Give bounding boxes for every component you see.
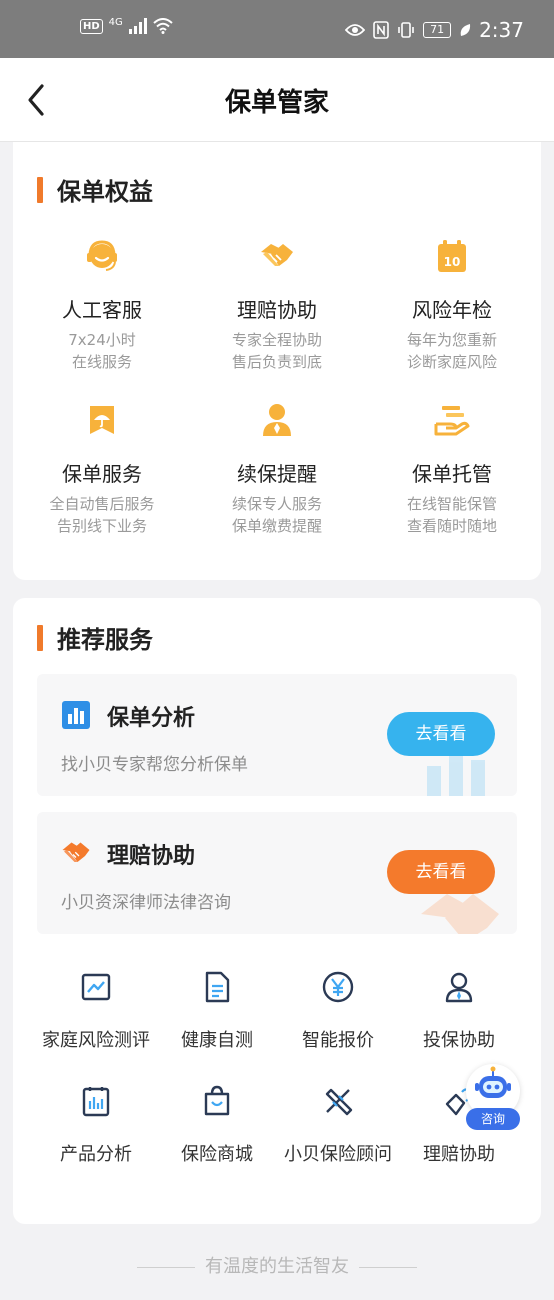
signal-icon	[128, 18, 147, 34]
benefit-name: 理赔协助	[237, 298, 317, 322]
benefit-risk-check[interactable]: 10 风险年检 每年为您重新 诊断家庭风险	[364, 236, 540, 373]
vibrate-icon	[398, 22, 414, 38]
benefit-policy-custody[interactable]: 保单托管 在线智能保管 查看随时随地	[364, 400, 540, 537]
service-health-self-test[interactable]: 健康自测	[151, 970, 283, 1052]
benefit-desc-line2: 查看随时随地	[406, 517, 497, 535]
divider-right	[359, 1266, 417, 1268]
benefit-name: 风险年检	[412, 298, 492, 322]
nfc-icon	[373, 21, 389, 39]
service-insurance-mall[interactable]: 保险商城	[151, 1084, 283, 1166]
benefit-customer-service[interactable]: 人工客服 7x24小时 在线服务	[14, 236, 190, 373]
benefit-claim-assist[interactable]: 理赔协助 专家全程协助 售后负责到底	[189, 236, 365, 373]
yen-icon	[322, 971, 354, 1003]
document-icon	[205, 971, 230, 1003]
umbrella-icon	[90, 406, 114, 434]
benefit-desc-line2: 告别线下业务	[56, 517, 147, 535]
service-label: 家庭风险测评	[42, 1030, 150, 1051]
benefits-card: 保单权益 人工客服 7x24小时 在线服务 理赔协助 专家全程协助 售后负责到底…	[13, 142, 541, 580]
consult-assistant-button[interactable]: 咨询	[462, 1064, 522, 1134]
service-label: 投保协助	[423, 1030, 495, 1051]
network-label: 4G	[108, 16, 123, 28]
line-chart-icon	[81, 973, 111, 1001]
promo-claim-assist[interactable]: 理赔协助 小贝资深律师法律咨询 去看看	[37, 812, 517, 934]
service-label: 理赔协助	[423, 1144, 495, 1165]
benefit-desc-line1: 每年为您重新	[406, 331, 497, 349]
service-label: 智能报价	[302, 1030, 374, 1051]
wifi-icon	[153, 18, 173, 34]
handshake-icon	[261, 244, 293, 266]
section-title: 保单权益	[57, 178, 153, 206]
promo-subtitle: 小贝资深律师法律咨询	[61, 893, 231, 913]
service-insure-assist[interactable]: 投保协助	[393, 970, 525, 1052]
calendar-icon-day: 10	[444, 255, 461, 269]
footer-slogan: 有温度的生活智友	[0, 1252, 554, 1278]
consult-label: 咨询	[466, 1108, 520, 1130]
clock: 2:37	[479, 18, 524, 42]
hand-card-icon	[434, 406, 470, 436]
nav-bar: 保单管家	[0, 58, 554, 142]
bar-chart-icon	[62, 701, 90, 729]
handshake-icon	[62, 842, 90, 862]
benefit-desc-line2: 诊断家庭风险	[406, 353, 497, 371]
service-label: 保险商城	[181, 1144, 253, 1165]
benefit-desc-line1: 续保专人服务	[231, 495, 322, 513]
benefit-name: 保单服务	[62, 462, 142, 486]
benefits-header: 保单权益	[37, 172, 153, 207]
section-title: 推荐服务	[57, 626, 153, 654]
shopping-bag-icon	[204, 1085, 230, 1116]
tools-icon	[325, 1088, 353, 1116]
promo-title: 保单分析	[107, 706, 196, 731]
section-accent-bar	[37, 624, 43, 651]
go-see-button[interactable]: 去看看	[387, 712, 495, 756]
service-xiaobei-advisor[interactable]: 小贝保险顾问	[272, 1084, 404, 1166]
promo-title: 理赔协助	[107, 844, 196, 869]
divider-left	[137, 1266, 195, 1268]
page-title: 保单管家	[224, 88, 329, 118]
benefit-name: 续保提醒	[237, 462, 317, 486]
go-see-button[interactable]: 去看看	[387, 850, 495, 894]
service-family-risk-assessment[interactable]: 家庭风险测评	[30, 970, 162, 1052]
benefit-policy-service[interactable]: 保单服务 全自动售后服务 告别线下业务	[14, 400, 190, 537]
battery-indicator: 71	[423, 22, 452, 38]
benefit-renewal-reminder[interactable]: 续保提醒 续保专人服务 保单缴费提醒	[189, 400, 365, 537]
status-bar: HD 4G 71 2:37	[0, 0, 554, 58]
calendar-icon: 10	[438, 240, 466, 272]
benefit-desc-line1: 在线智能保管	[406, 495, 497, 513]
benefit-desc-line2: 在线服务	[71, 353, 132, 371]
benefit-desc-line1: 专家全程协助	[231, 331, 322, 349]
person-icon	[445, 972, 473, 1003]
benefit-desc-line1: 7x24小时	[68, 331, 136, 349]
clipboard-chart-icon	[82, 1087, 110, 1117]
service-label: 健康自测	[181, 1030, 253, 1051]
service-smart-quote[interactable]: 智能报价	[272, 970, 404, 1052]
slogan-text: 有温度的生活智友	[205, 1256, 349, 1277]
agent-icon	[263, 404, 291, 436]
headset-icon	[87, 240, 117, 271]
service-label: 小贝保险顾问	[284, 1144, 392, 1165]
leaf-icon	[460, 24, 471, 36]
hd-indicator: HD	[80, 18, 103, 34]
benefit-desc-line2: 售后负责到底	[231, 353, 322, 371]
promo-policy-analysis[interactable]: 保单分析 找小贝专家帮您分析保单 去看看	[37, 674, 517, 796]
service-label: 产品分析	[60, 1144, 132, 1165]
recommend-header: 推荐服务	[37, 620, 153, 655]
benefit-desc-line2: 保单缴费提醒	[231, 517, 322, 535]
benefit-name: 人工客服	[62, 298, 142, 322]
benefit-name: 保单托管	[412, 462, 492, 486]
section-accent-bar	[37, 176, 43, 203]
service-product-analysis[interactable]: 产品分析	[30, 1084, 162, 1166]
benefit-desc-line1: 全自动售后服务	[49, 495, 155, 513]
promo-subtitle: 找小贝专家帮您分析保单	[61, 755, 248, 775]
eye-icon	[345, 24, 366, 36]
